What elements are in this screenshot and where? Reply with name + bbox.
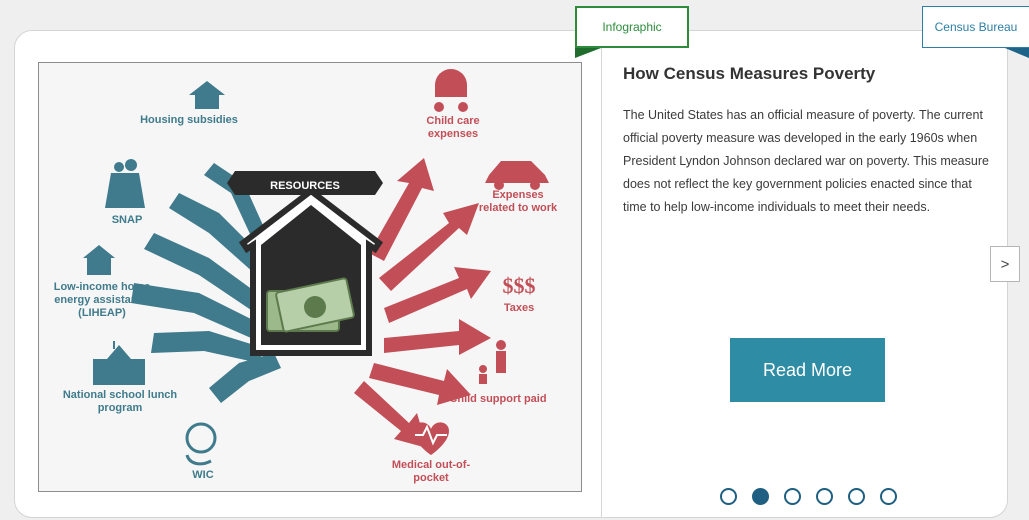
infographic-image[interactable]: RESOURCES Housing subsidies SNAP Low-inc… (38, 62, 582, 492)
stroller-icon (434, 69, 468, 112)
school-icon (93, 341, 145, 385)
carousel-dot-5[interactable] (848, 488, 865, 505)
house-graphic (238, 187, 384, 356)
resource-label-school: National school lunch program (62, 389, 178, 414)
infographic-tag-fold (575, 48, 601, 58)
infographic-tag[interactable]: Infographic (575, 6, 689, 48)
taxes-symbol: $$$ (503, 273, 536, 298)
resource-label-wic: WIC (192, 469, 213, 481)
article-title[interactable]: How Census Measures Poverty (623, 64, 993, 84)
carousel-dots (720, 488, 897, 505)
expense-label-childsupport-wrap: Child support paid (449, 393, 547, 405)
census-bureau-tag[interactable]: Census Bureau (922, 6, 1029, 48)
carousel-stage: RESOURCES Housing subsidies SNAP Low-inc… (0, 0, 1029, 520)
resource-label-snap: SNAP (112, 214, 143, 226)
medical-heart-icon (413, 422, 449, 455)
expense-label-work-wrap: Expenses related to work (478, 189, 558, 214)
resource-arrow (209, 353, 281, 403)
resource-label-housing: Housing subsidies (140, 114, 238, 126)
carousel-dot-1[interactable] (720, 488, 737, 505)
next-slide-button[interactable]: > (990, 246, 1020, 282)
article-body: The United States has an official measur… (623, 108, 989, 214)
resource-label-liheap-wrap: Low-income home energy assistance (LIHEA… (53, 281, 151, 319)
expense-label-childcare: Child care expenses (426, 115, 480, 140)
resource-label-liheap: Low-income home energy assistance (LIHEA… (53, 281, 151, 319)
wic-icon (185, 422, 217, 466)
expense-label-childsupport: Child support paid (449, 393, 547, 405)
read-more-button[interactable]: Read More (730, 338, 885, 402)
card-divider (601, 36, 602, 518)
snap-bag-icon (105, 159, 145, 208)
expense-label-childcare-wrap: Child care expenses (426, 115, 480, 140)
energy-house-icon (83, 245, 115, 275)
expense-label-medical-wrap: Medical out-of-pocket (391, 459, 471, 484)
expense-label-work: Expenses related to work (478, 189, 558, 214)
resources-banner-label: RESOURCES (270, 180, 340, 192)
carousel-dot-2[interactable] (752, 488, 769, 505)
car-icon (485, 161, 549, 190)
resource-label-school-wrap: National school lunch program (62, 389, 178, 414)
expense-arrow (384, 319, 491, 355)
expense-label-medical: Medical out-of-pocket (391, 459, 471, 484)
child-support-icon (479, 340, 506, 384)
resources-banner: RESOURCES (227, 171, 383, 195)
expense-label-taxes: Taxes (504, 302, 534, 314)
carousel-dot-4[interactable] (816, 488, 833, 505)
carousel-dot-6[interactable] (880, 488, 897, 505)
infographic-svg: RESOURCES Housing subsidies SNAP Low-inc… (53, 69, 558, 484)
housing-icon (189, 81, 225, 109)
carousel-dot-3[interactable] (784, 488, 801, 505)
census-tag-fold (1005, 48, 1029, 58)
